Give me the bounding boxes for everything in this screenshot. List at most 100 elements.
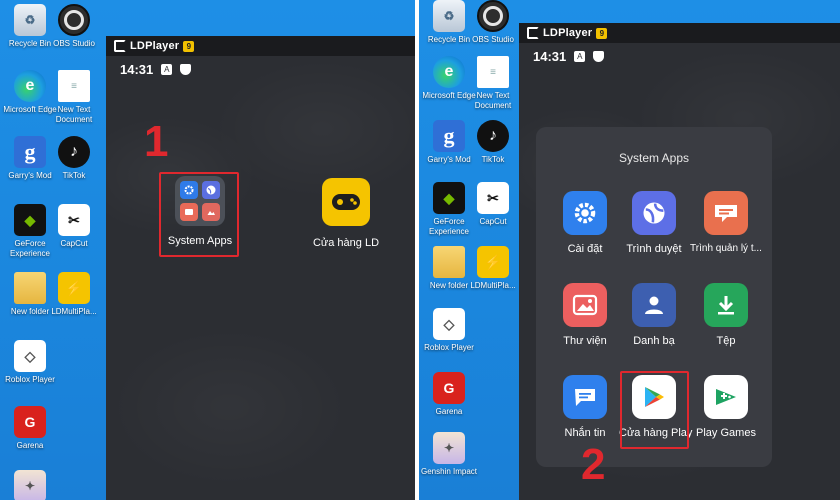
screenshot-step-1: ♻ Recycle Bin OBS Studio e Microsoft Edge ≡ Ne… <box>0 0 415 500</box>
ldplayer-version-badge: 9 <box>596 27 608 39</box>
ld-store-icon <box>322 178 370 226</box>
desktop-shortcut[interactable]: ⚡ LDMultiPla... <box>463 246 523 291</box>
download-icon <box>704 283 748 327</box>
drawer-title: System Apps <box>618 151 690 165</box>
desktop-shortcut[interactable]: ✦ <box>0 470 60 500</box>
desktop-shortcut[interactable]: ♪ TikTok <box>44 136 104 181</box>
gallery-label: Thư viện <box>563 335 607 347</box>
highlight-box-system-apps <box>159 172 239 257</box>
android-status-bar: 14:31 A <box>120 62 192 77</box>
app-gallery[interactable]: Thư viện <box>550 283 620 348</box>
desktop-shortcut[interactable]: ✂ CapCut <box>44 204 104 249</box>
ldplayer-logo-icon <box>527 27 539 39</box>
contacts-icon <box>632 283 676 327</box>
geforce-icon: ◆ <box>433 182 465 214</box>
recycle-bin-icon: ♻ <box>14 4 46 36</box>
step-number-1: 1 <box>144 117 169 166</box>
screenshot-step-2: ♻ Recycle Bin OBS Studio e Microsoft Edge ≡ Ne… <box>419 0 840 500</box>
app-contacts[interactable]: Danh bạ <box>619 283 689 348</box>
desktop-shortcut-label: Genshin Impact <box>420 467 478 476</box>
ldplayer-title: LDPlayer <box>543 27 593 39</box>
desktop-shortcut[interactable]: ≡ New Text Document <box>44 70 104 125</box>
desktop-shortcut-label: TikTok <box>62 171 86 180</box>
ldplayer-logo-icon <box>114 40 126 52</box>
ldmultiplayer-icon: ⚡ <box>58 272 90 304</box>
desktop-shortcut-label: OBS Studio <box>53 39 95 48</box>
desktop-shortcut-label: TikTok <box>481 155 505 164</box>
obs-studio-icon <box>58 4 90 36</box>
browser-icon <box>632 191 676 235</box>
desktop-shortcut[interactable]: G Garena <box>419 372 479 417</box>
ldplayer-titlebar[interactable]: LDPlayer 9 <box>519 23 840 43</box>
desktop-shortcut-label: LDMultiPla... <box>470 281 516 290</box>
message-icon <box>563 375 607 419</box>
desktop-shortcut[interactable]: G Garena <box>0 406 60 451</box>
ldplayer-window-left: LDPlayer 9 14:31 A 1 System Apps Cửa hàn… <box>106 36 415 500</box>
garena-icon: G <box>433 372 465 404</box>
play-games-label: Play Games <box>696 427 756 439</box>
app-play-games[interactable]: Play Games <box>688 375 764 440</box>
ldplayer-title: LDPlayer <box>130 40 180 52</box>
tiktok-icon: ♪ <box>477 120 509 152</box>
desktop-shortcut-label: CapCut <box>60 239 88 248</box>
desktop-shortcut[interactable]: ≡ New Text Document <box>463 56 523 111</box>
desktop-shortcut[interactable]: ◇ Roblox Player <box>419 308 479 353</box>
capcut-icon: ✂ <box>58 204 90 236</box>
desktop-shortcut-label: New Text Document <box>474 91 512 110</box>
notification-a-icon: A <box>574 51 586 62</box>
garrys-mod-icon: g <box>14 136 46 168</box>
desktop-shortcut-label: OBS Studio <box>472 35 514 44</box>
geforce-icon: ◆ <box>14 204 46 236</box>
app-messages[interactable]: Nhắn tin <box>550 375 620 440</box>
ldmultiplayer-icon: ⚡ <box>477 246 509 278</box>
desktop-shortcut-label: Roblox Player <box>5 375 55 384</box>
desktop-shortcut[interactable]: ◇ Roblox Player <box>0 340 60 385</box>
obs-studio-icon <box>477 0 509 32</box>
desktop-shortcut-label: Garena <box>16 441 44 450</box>
tiktok-icon: ♪ <box>58 136 90 168</box>
garrys-mod-icon: g <box>433 120 465 152</box>
desktop-shortcut-label: Roblox Player <box>424 343 474 352</box>
step-number-2: 2 <box>581 440 606 489</box>
desktop-shortcut[interactable]: ♪ TikTok <box>463 120 523 165</box>
messages-label: Nhắn tin <box>564 427 606 439</box>
settings-icon <box>563 191 607 235</box>
garena-icon: G <box>14 406 46 438</box>
gallery-icon <box>563 283 607 327</box>
browser-label: Trình duyệt <box>626 243 682 255</box>
desktop-shortcut[interactable]: OBS Studio <box>463 0 523 45</box>
play-games-icon <box>704 375 748 419</box>
desktop-shortcut[interactable]: OBS Studio <box>44 4 104 49</box>
folder-icon <box>14 272 46 304</box>
app-settings[interactable]: Cài đặt <box>550 191 620 256</box>
capcut-icon: ✂ <box>477 182 509 214</box>
shield-icon <box>180 64 192 75</box>
roblox-icon: ◇ <box>433 308 465 340</box>
document-label: Trình quản lý t... <box>690 243 762 254</box>
desktop-shortcut[interactable]: ✂ CapCut <box>463 182 523 227</box>
genshin-icon: ✦ <box>433 432 465 464</box>
folder-icon <box>433 246 465 278</box>
desktop-shortcut[interactable]: ✦ Genshin Impact <box>419 432 479 477</box>
ldplayer-version-badge: 9 <box>183 40 195 52</box>
text-document-icon: ≡ <box>477 56 509 88</box>
contacts-label: Danh bạ <box>633 335 675 347</box>
shield-icon <box>593 51 605 62</box>
settings-label: Cài đặt <box>567 243 603 255</box>
app-browser[interactable]: Trình duyệt <box>619 191 689 256</box>
document-icon <box>704 191 748 235</box>
notification-a-icon: A <box>161 64 173 75</box>
desktop-shortcut-label: Garena <box>435 407 463 416</box>
ldplayer-titlebar[interactable]: LDPlayer 9 <box>106 36 415 56</box>
app-ld-store[interactable]: Cửa hàng LD <box>306 178 386 250</box>
app-document-manager[interactable]: Trình quản lý t... <box>688 191 764 256</box>
roblox-icon: ◇ <box>14 340 46 372</box>
app-files[interactable]: Tệp <box>688 283 764 348</box>
edge-icon: e <box>14 70 46 102</box>
status-time: 14:31 <box>120 62 154 77</box>
desktop-shortcut[interactable]: ⚡ LDMultiPla... <box>44 272 104 317</box>
ld-store-label: Cửa hàng LD <box>312 237 380 249</box>
desktop-shortcut-label: LDMultiPla... <box>51 307 97 316</box>
android-status-bar: 14:31 A <box>533 49 605 64</box>
status-time: 14:31 <box>533 49 567 64</box>
